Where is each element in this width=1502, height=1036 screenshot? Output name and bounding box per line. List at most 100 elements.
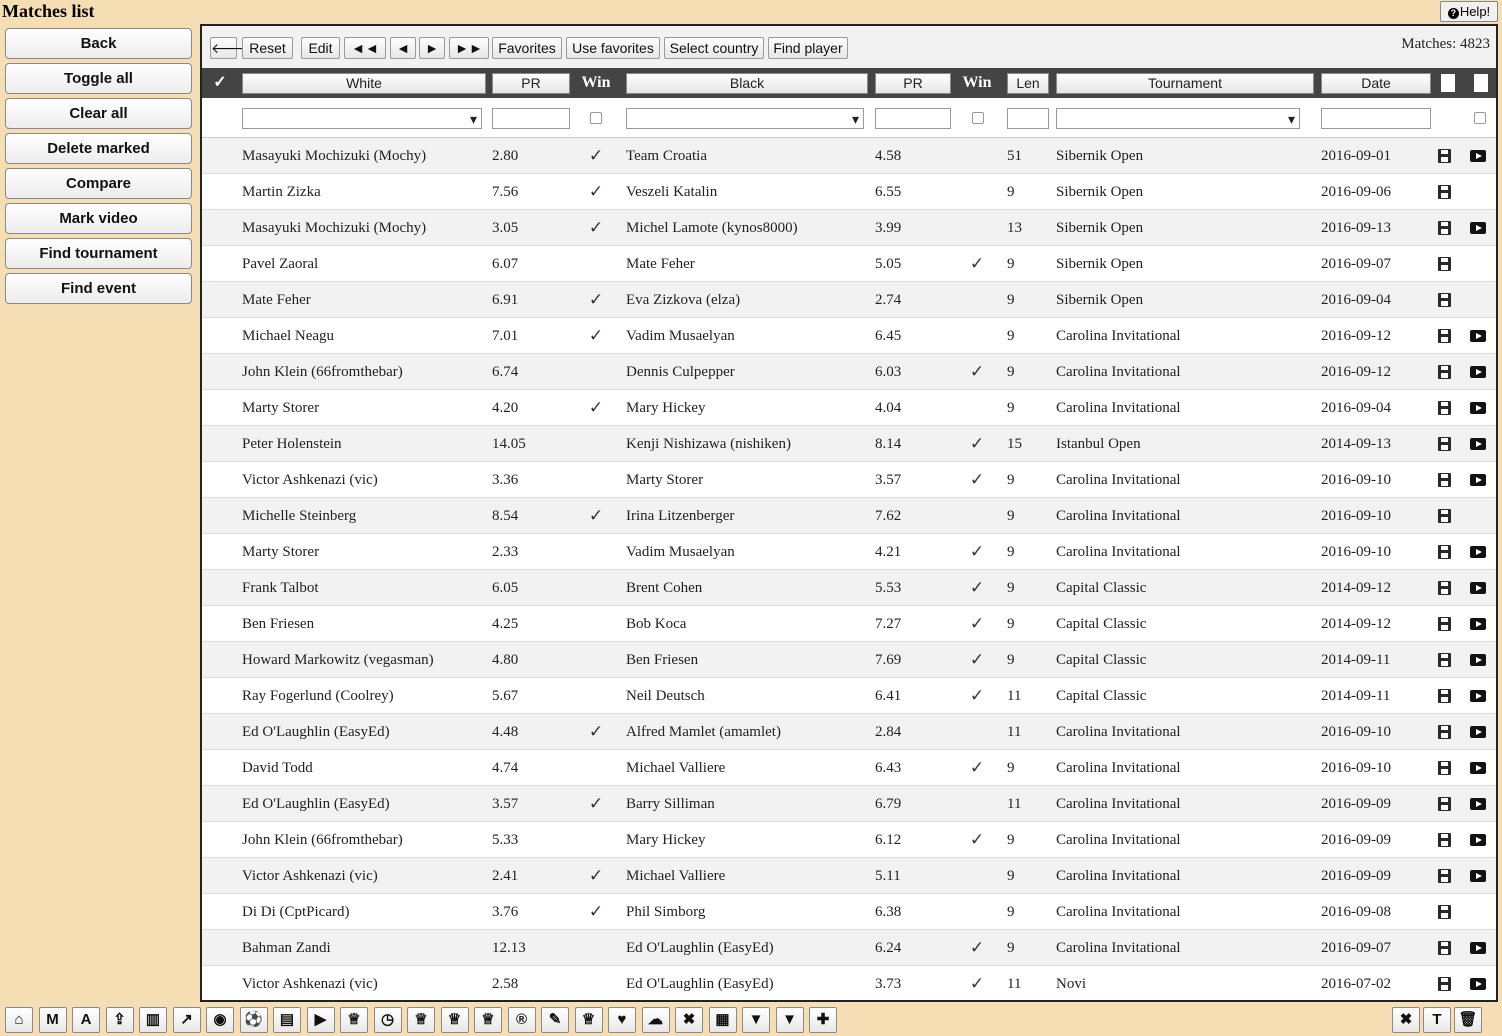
trophy-icon-4[interactable]: ♕ — [474, 1007, 502, 1033]
row-select-cell[interactable] — [202, 750, 236, 786]
table-row[interactable]: Peter Holenstein 14.05 Kenji Nishizawa (ni… — [202, 426, 1496, 462]
save-icon[interactable] — [1438, 365, 1451, 379]
row-select-cell[interactable] — [202, 174, 236, 210]
save-icon[interactable] — [1438, 509, 1451, 523]
row-select-cell[interactable] — [202, 498, 236, 534]
header-white-win[interactable]: Win — [574, 72, 618, 94]
close-right-icon[interactable]: ✖ — [1392, 1007, 1420, 1033]
table-row[interactable]: David Todd 4.74 Michael Valliere 6.43 ✓ 9 Caro… — [202, 750, 1496, 786]
table-row[interactable]: Bahman Zandi 12.13 Ed O'Laughlin (EasyEd) 6… — [202, 930, 1496, 966]
play-icon[interactable]: ▶ — [306, 1007, 335, 1033]
save-icon[interactable] — [1438, 689, 1451, 703]
sidebar-button-compare[interactable]: Compare — [5, 168, 192, 199]
video-icon[interactable] — [1470, 222, 1486, 234]
video-icon[interactable] — [1470, 726, 1486, 738]
export-filter-checkbox[interactable] — [1474, 112, 1486, 124]
a-button[interactable]: A — [72, 1007, 100, 1033]
table-row[interactable]: John Klein (66fromthebar) 6.74 Dennis Culp… — [202, 354, 1496, 390]
video-icon[interactable] — [1470, 834, 1486, 846]
header-white[interactable]: White — [242, 73, 486, 94]
trophy-icon-3[interactable]: ♕ — [440, 1007, 469, 1033]
table-row[interactable]: Marty Storer 2.33 Vadim Musaelyan 4.21 ✓ 9 Car… — [202, 534, 1496, 570]
black-filter-select[interactable] — [626, 108, 864, 129]
bookmark-icon[interactable]: ▼ — [742, 1007, 770, 1033]
header-len[interactable]: Len — [1007, 73, 1049, 94]
date-filter[interactable] — [1321, 108, 1431, 129]
favorites-button[interactable]: Favorites — [492, 37, 562, 59]
table-row[interactable]: Mate Feher 6.91 ✓ Eva Zizkova (elza) 2.74 9 Si… — [202, 282, 1496, 318]
video-icon[interactable] — [1470, 582, 1486, 594]
table-row[interactable]: Ben Friesen 4.25 Bob Koca 7.27 ✓ 9 Capital Cla… — [202, 606, 1496, 642]
save-icon[interactable] — [1438, 833, 1451, 847]
row-select-cell[interactable] — [202, 282, 236, 318]
row-select-cell[interactable] — [202, 858, 236, 894]
trophy-icon-5[interactable]: ♕ — [574, 1007, 603, 1033]
select-all-header[interactable]: ✓ — [208, 72, 232, 94]
row-select-cell[interactable] — [202, 642, 236, 678]
find-player-button[interactable]: Find player — [768, 37, 848, 59]
save-icon[interactable] — [1438, 725, 1451, 739]
video-icon[interactable] — [1470, 978, 1486, 990]
save-icon[interactable] — [1438, 977, 1451, 991]
table-row[interactable]: Martin Zizka 7.56 ✓ Veszeli Katalin 6.55 9 Sib… — [202, 174, 1496, 210]
tournament-filter-select[interactable] — [1056, 108, 1300, 129]
sidebar-button-mark-video[interactable]: Mark video — [5, 203, 192, 234]
row-select-cell[interactable] — [202, 822, 236, 858]
header-white-pr[interactable]: PR — [492, 73, 570, 94]
soccer-ball-icon[interactable]: ⚽ — [239, 1007, 268, 1033]
video-icon[interactable] — [1470, 762, 1486, 774]
row-select-cell[interactable] — [202, 894, 236, 930]
header-black-win[interactable]: Win — [955, 72, 999, 94]
bar-chart-icon[interactable]: ▥ — [139, 1007, 167, 1033]
heart-icon[interactable]: ♥ — [608, 1007, 636, 1033]
row-select-cell[interactable] — [202, 930, 236, 966]
use-favorites-button[interactable]: Use favorites — [566, 37, 660, 59]
white-pr-filter[interactable] — [492, 108, 570, 129]
chat-icon[interactable]: ☁ — [641, 1007, 670, 1033]
save-icon[interactable] — [1438, 221, 1451, 235]
table-row[interactable]: Ed O'Laughlin (EasyEd) 3.57 ✓ Barry Sillima… — [202, 786, 1496, 822]
row-select-cell[interactable] — [202, 318, 236, 354]
save-icon[interactable] — [1438, 581, 1451, 595]
film-icon[interactable]: ▦ — [708, 1007, 737, 1033]
video-icon[interactable] — [1470, 438, 1486, 450]
save-icon[interactable] — [1438, 329, 1451, 343]
sidebar-button-delete-marked[interactable]: Delete marked — [5, 133, 192, 164]
len-filter[interactable] — [1007, 108, 1049, 129]
save-icon[interactable] — [1438, 905, 1451, 919]
black-pr-filter[interactable] — [875, 108, 951, 129]
video-icon[interactable] — [1470, 474, 1486, 486]
table-row[interactable]: Howard Markowitz (vegasman) 4.80 Ben Fries… — [202, 642, 1496, 678]
sidebar-button-toggle-all[interactable]: Toggle all — [5, 63, 192, 94]
m-button[interactable]: M — [38, 1007, 67, 1033]
save-icon[interactable] — [1438, 869, 1451, 883]
clock-icon[interactable]: ◷ — [373, 1007, 402, 1033]
save-icon[interactable] — [1438, 185, 1451, 199]
first-page-button[interactable]: ◄◄ — [344, 37, 386, 59]
video-icon[interactable] — [1470, 942, 1486, 954]
video-icon[interactable] — [1470, 330, 1486, 342]
video-icon[interactable] — [1470, 798, 1486, 810]
header-tournament[interactable]: Tournament — [1056, 73, 1314, 94]
save-icon[interactable] — [1438, 257, 1451, 271]
row-select-cell[interactable] — [202, 966, 236, 1000]
row-select-cell[interactable] — [202, 138, 236, 174]
table-row[interactable]: Michelle Steinberg 8.54 ✓ Irina Litzenberge… — [202, 498, 1496, 534]
video-icon[interactable] — [1470, 546, 1486, 558]
trophy-icon[interactable]: ♕ — [340, 1007, 368, 1033]
select-country-button[interactable]: Select country — [664, 37, 764, 59]
export-icon[interactable] — [1474, 74, 1488, 92]
sidebar-button-clear-all[interactable]: Clear all — [5, 98, 192, 129]
save-icon[interactable] — [1438, 797, 1451, 811]
row-select-cell[interactable] — [202, 534, 236, 570]
edit-button[interactable]: Edit — [301, 37, 340, 59]
save-icon[interactable] — [1438, 761, 1451, 775]
next-page-button[interactable]: ► — [419, 37, 445, 59]
video-icon[interactable] — [1470, 366, 1486, 378]
table-row[interactable]: Masayuki Mochizuki (Mochy) 3.05 ✓ Michel La… — [202, 210, 1496, 246]
row-select-cell[interactable] — [202, 570, 236, 606]
upload-icon[interactable]: ⇪ — [105, 1007, 134, 1033]
save-icon[interactable] — [1438, 149, 1451, 163]
video-icon[interactable] — [1470, 402, 1486, 414]
line-chart-icon[interactable]: ↗ — [172, 1007, 201, 1033]
